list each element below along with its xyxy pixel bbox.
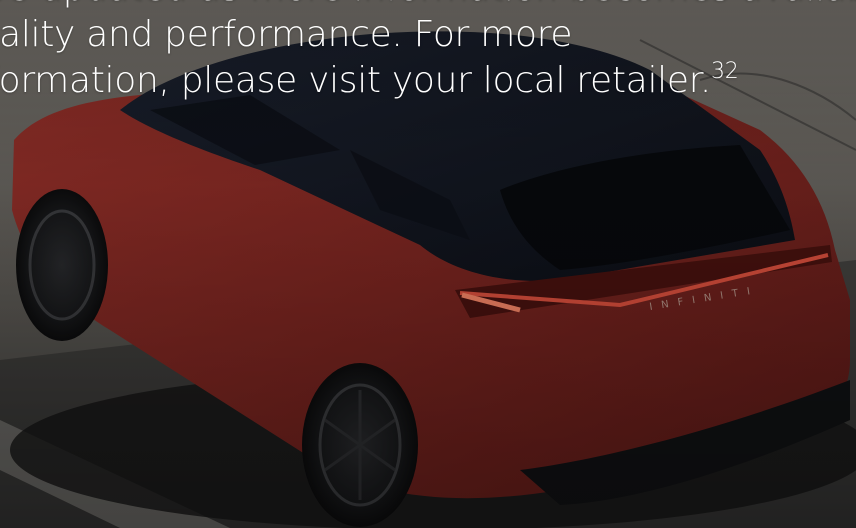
hero-caption: ll be updated as more information become…: [0, 0, 856, 104]
caption-line-2: quality and performance. For more: [0, 14, 573, 55]
hero-banner: INFINITI ll be updated as more informati…: [0, 0, 856, 528]
caption-line-1: ll be updated as more information become…: [0, 0, 856, 12]
caption-line-3: information, please visit your local ret…: [0, 58, 814, 104]
footnote-marker[interactable]: 32: [711, 59, 739, 84]
caption-line-3-text: information, please visit your local ret…: [0, 60, 712, 101]
